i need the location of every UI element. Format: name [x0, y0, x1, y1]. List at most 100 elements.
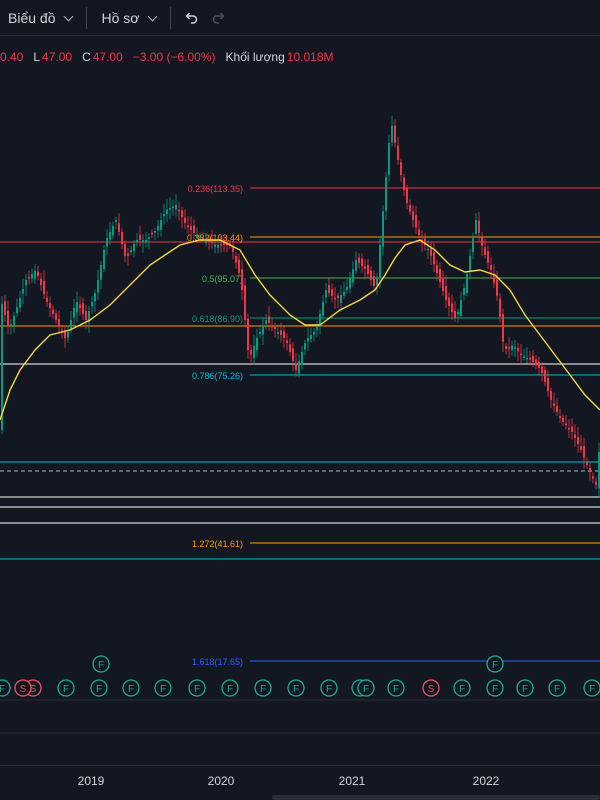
candle-body: [220, 244, 222, 246]
financial-event-marker[interactable]: F: [387, 679, 405, 697]
svg-text:F: F: [492, 684, 498, 695]
candle-body: [142, 240, 144, 243]
financial-event-marker[interactable]: F: [254, 679, 272, 697]
financial-event-marker[interactable]: F: [548, 679, 566, 697]
candle-body: [100, 265, 102, 280]
candle-body: [544, 369, 546, 382]
undo-button[interactable]: [177, 4, 205, 32]
open-value: 0.40: [0, 50, 24, 64]
candle-body: [349, 278, 351, 289]
svg-text:F: F: [63, 684, 69, 695]
candle-body: [64, 331, 66, 338]
financial-event-marker[interactable]: F: [320, 679, 338, 697]
split-event-marker[interactable]: S: [14, 679, 32, 697]
candle-body: [148, 237, 150, 239]
financial-event-marker[interactable]: F: [188, 679, 206, 697]
candle-body: [178, 209, 180, 212]
candle-body: [334, 297, 336, 300]
candle-body: [556, 406, 558, 412]
financial-event-marker[interactable]: F: [57, 679, 75, 697]
financial-event-marker[interactable]: F: [357, 679, 375, 697]
candle-body: [70, 320, 72, 330]
candle-body: [505, 346, 507, 349]
candle-body: [493, 274, 495, 283]
candle-body: [376, 278, 378, 286]
candle-body: [235, 256, 237, 263]
candle-body: [301, 352, 303, 365]
candle-body: [307, 338, 309, 342]
candle-body: [472, 238, 474, 253]
financial-event-marker[interactable]: F: [486, 679, 504, 697]
svg-text:F: F: [326, 684, 332, 695]
x-tick-label: 2021: [338, 774, 366, 788]
candle-body: [193, 225, 195, 233]
candle-body: [175, 205, 177, 210]
financial-event-marker[interactable]: F: [486, 655, 504, 673]
financial-event-marker[interactable]: F: [221, 679, 239, 697]
financial-event-marker[interactable]: F: [516, 679, 534, 697]
financial-event-marker[interactable]: F: [287, 679, 305, 697]
x-tick-label: 2020: [207, 774, 235, 788]
redo-button[interactable]: [205, 4, 233, 32]
time-scrollbar[interactable]: [272, 795, 600, 800]
candle-body: [439, 268, 441, 282]
candle-body: [190, 226, 192, 230]
candle-body: [97, 280, 99, 293]
candle-body: [214, 244, 216, 248]
financial-event-marker[interactable]: F: [122, 679, 140, 697]
candle-body: [184, 217, 186, 223]
candle-body: [157, 226, 159, 231]
candle-body: [154, 231, 156, 233]
redo-icon: [213, 12, 225, 24]
moving-average-line: [0, 239, 600, 421]
candle-body: [310, 335, 312, 340]
chart-menu-button[interactable]: Biểu đồ: [0, 4, 80, 32]
candle-body: [67, 332, 69, 338]
financial-event-marker[interactable]: F: [453, 679, 471, 697]
candle-body: [181, 210, 183, 217]
profile-menu-button[interactable]: Hồ sơ: [93, 4, 164, 32]
candle-body: [139, 235, 141, 240]
candle-body: [91, 302, 93, 307]
candle-body: [166, 209, 168, 214]
candle-body: [466, 274, 468, 293]
price-chart[interactable]: 0.236(113.35)0.382(103.44)0.5(95.07)0.61…: [0, 0, 600, 800]
financial-event-marker[interactable]: F: [0, 679, 11, 697]
svg-text:F: F: [293, 684, 299, 695]
candle-body: [4, 301, 6, 315]
candle-body: [583, 445, 585, 458]
candle-body: [343, 292, 345, 296]
candle-body: [313, 332, 315, 335]
candle-body: [52, 309, 54, 314]
candle-body: [136, 240, 138, 242]
svg-text:F: F: [194, 684, 200, 695]
candle-body: [151, 232, 153, 235]
financial-event-marker[interactable]: F: [583, 679, 600, 697]
candle-body: [286, 340, 288, 343]
candle-body: [562, 417, 564, 422]
svg-text:F: F: [363, 684, 369, 695]
fib-level-label: 1.272(41.61): [192, 539, 243, 549]
candle-body: [58, 319, 60, 326]
financial-event-marker[interactable]: F: [92, 655, 110, 673]
svg-text:F: F: [589, 684, 595, 695]
split-event-marker[interactable]: S: [422, 679, 440, 697]
candle-body: [586, 462, 588, 465]
candle-body: [451, 303, 453, 312]
candle-body: [559, 416, 561, 418]
financial-event-marker[interactable]: F: [154, 679, 172, 697]
candle-body: [232, 247, 234, 252]
candle-body: [388, 142, 390, 175]
fib-level-label: 0.618(86.90): [192, 314, 243, 324]
ohlc-legend: 0.40 L 47.00 C 47.00 −3.00 (−6.00%) Khối…: [0, 48, 334, 66]
candle-body: [10, 324, 12, 326]
candle-body: [289, 344, 291, 352]
candle-body: [478, 220, 480, 233]
svg-text:F: F: [98, 660, 104, 671]
chevron-down-icon: [148, 11, 158, 21]
candle-body: [508, 347, 510, 349]
candle-body: [358, 257, 360, 263]
financial-event-marker[interactable]: F: [90, 679, 108, 697]
svg-text:F: F: [459, 684, 465, 695]
candle-body: [490, 265, 492, 270]
